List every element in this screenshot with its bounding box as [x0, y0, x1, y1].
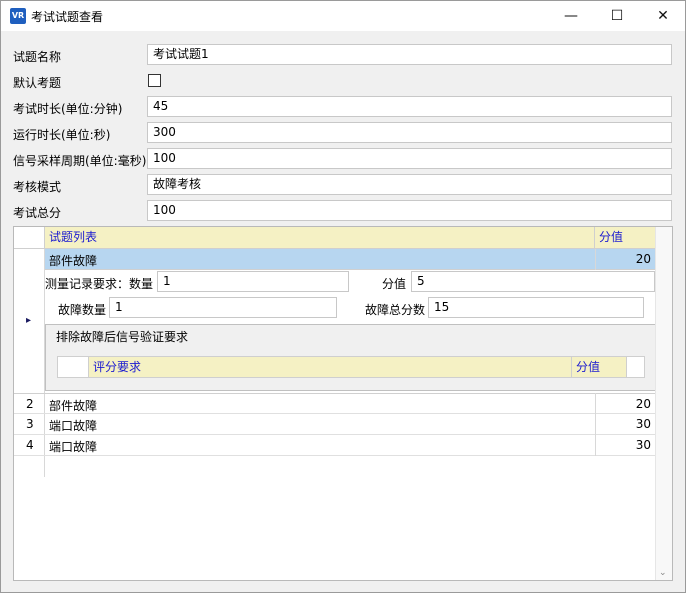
table-row[interactable]: 4 端口故障 30: [14, 435, 656, 456]
duration-label: 考试时长(单位:分钟): [13, 102, 123, 116]
row-score: 30: [635, 417, 651, 431]
verify-grid: 评分要求 分值: [57, 356, 645, 378]
row-name: 端口故障: [49, 440, 98, 454]
table-row[interactable]: 3 端口故障 30: [14, 414, 656, 435]
row-score: 30: [635, 438, 651, 452]
name-input[interactable]: 考试试题1: [147, 44, 672, 65]
grid-corner: [14, 227, 45, 249]
row-number: 2: [26, 397, 34, 411]
table-row-selected[interactable]: 部件故障 20: [45, 249, 656, 270]
fault-count-label: 故障数量: [58, 303, 107, 317]
mode-input[interactable]: 故障考核: [147, 174, 672, 195]
fault-count-input[interactable]: 1: [109, 297, 337, 318]
fault-total-label: 故障总分数: [365, 303, 426, 317]
default-checkbox[interactable]: [148, 74, 161, 87]
fault-total-input[interactable]: 15: [428, 297, 644, 318]
col-header-list[interactable]: 试题列表: [45, 227, 595, 249]
maximize-button[interactable]: ☐: [594, 1, 640, 31]
row-number: 4: [26, 438, 34, 452]
measure-score-input[interactable]: 5: [411, 271, 655, 292]
row-score: 20: [635, 397, 651, 411]
run-label: 运行时长(单位:秒): [13, 128, 111, 142]
sample-input[interactable]: 100: [147, 148, 672, 169]
row-number: 3: [26, 417, 34, 431]
row-name: 部件故障: [49, 399, 98, 413]
measure-label: 测量记录要求：数量: [45, 277, 154, 291]
question-grid: 试题列表 分值 部件故障 20 ▸ 测量记录要求：数量 1 分值 5 故障数量 …: [13, 226, 673, 581]
close-button[interactable]: ✕: [640, 1, 685, 31]
verify-grid-corner: [58, 357, 89, 377]
default-label: 默认考题: [13, 76, 62, 90]
dialog-window: VR 考试试题查看 — ☐ ✕ 试题名称 考试试题1 默认考题 考试时长(单位:…: [0, 0, 686, 593]
mode-label: 考核模式: [13, 180, 62, 194]
selected-row-name: 部件故障: [49, 254, 98, 268]
row-name: 端口故障: [49, 419, 98, 433]
verify-col-requirement[interactable]: 评分要求: [89, 357, 572, 377]
duration-input[interactable]: 45: [147, 96, 672, 117]
current-row-marker-icon: ▸: [26, 315, 32, 326]
total-label: 考试总分: [13, 206, 62, 220]
verify-col-score[interactable]: 分值: [572, 357, 627, 377]
name-label: 试题名称: [13, 50, 62, 64]
title-bar: VR 考试试题查看 — ☐ ✕: [1, 1, 685, 31]
score-col-divider: [595, 393, 596, 456]
run-input[interactable]: 300: [147, 122, 672, 143]
selected-row-divider: [595, 249, 596, 270]
minimize-button[interactable]: —: [548, 1, 594, 31]
table-row[interactable]: 2 部件故障 20: [14, 393, 656, 414]
sample-label: 信号采样周期(单位:毫秒): [13, 154, 147, 168]
scroll-down-icon[interactable]: ⌄: [659, 568, 667, 578]
total-input[interactable]: 100: [147, 200, 672, 221]
measure-score-label: 分值: [382, 277, 407, 291]
verify-groupbox: 排除故障后信号验证要求 评分要求 分值: [45, 324, 656, 391]
verify-title: 排除故障后信号验证要求: [56, 330, 189, 344]
window-title: 考试试题查看: [31, 10, 104, 24]
app-logo-icon: VR: [10, 8, 26, 24]
selected-row-score: 20: [635, 252, 651, 266]
measure-count-input[interactable]: 1: [157, 271, 349, 292]
col-header-score[interactable]: 分值: [595, 227, 656, 249]
vertical-scrollbar[interactable]: ⌄: [655, 227, 672, 580]
